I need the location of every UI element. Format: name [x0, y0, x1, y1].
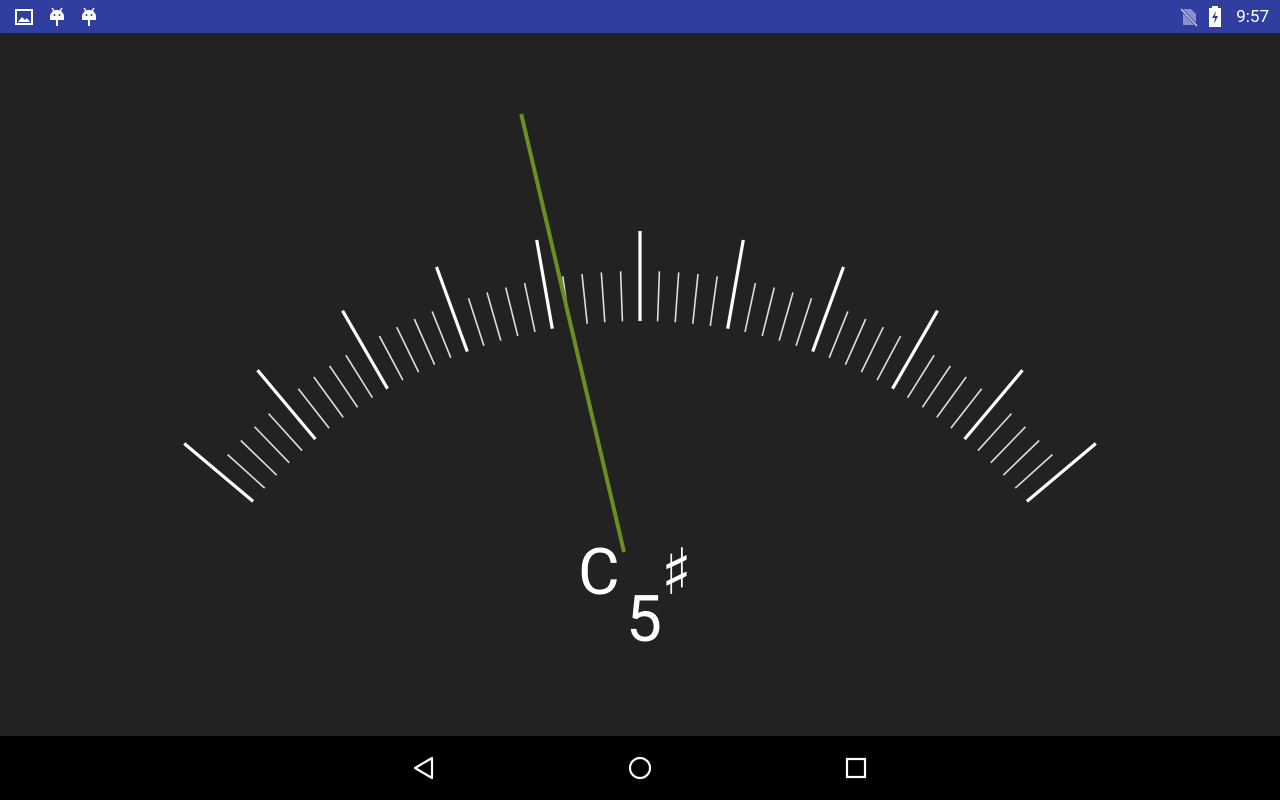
gauge-minor-tick [600, 272, 606, 323]
gauge-minor-tick [523, 282, 536, 333]
gauge-minor-tick [795, 297, 813, 346]
gauge-minor-tick [467, 297, 485, 346]
gauge-minor-tick [860, 326, 885, 373]
gauge-minor-tick [709, 276, 718, 327]
tuner-needle [519, 113, 626, 553]
gauge-minor-tick [345, 354, 374, 399]
gauge-major-tick [726, 239, 745, 329]
gauge-minor-tick [744, 282, 757, 333]
navigation-bar [0, 736, 1280, 800]
gauge-minor-tick [486, 292, 502, 341]
gauge-minor-tick [656, 271, 661, 322]
gauge-minor-tick [378, 335, 404, 381]
gauge-major-tick [963, 369, 1024, 441]
gauge-minor-tick [921, 365, 952, 408]
tuner-gauge [183, 113, 1097, 553]
gauge-minor-tick [504, 287, 519, 337]
gauge-minor-tick [395, 326, 420, 373]
tuner-panel: C 5 ♯ [0, 33, 1280, 736]
gauge-minor-tick [619, 271, 624, 322]
gauge-minor-tick [692, 273, 699, 324]
gauge-minor-tick [431, 311, 452, 359]
gauge-minor-tick [778, 292, 794, 341]
gauge-minor-tick [313, 376, 344, 418]
recents-icon [845, 757, 867, 779]
gauge-minor-tick [876, 335, 902, 381]
gauge-major-tick [811, 266, 846, 353]
gauge-minor-tick [844, 318, 867, 366]
status-clock: 9:57 [1236, 7, 1269, 27]
back-icon [413, 756, 434, 780]
gauge-major-tick [535, 239, 554, 329]
no-sim-icon [1178, 0, 1200, 33]
gauge-minor-tick [240, 439, 278, 476]
android-debug-icon [79, 0, 99, 33]
back-button[interactable] [392, 736, 456, 800]
home-icon [628, 756, 652, 780]
recents-button[interactable] [824, 736, 888, 800]
gauge-minor-tick [990, 426, 1027, 464]
gauge-major-tick [891, 309, 939, 390]
gauge-minor-tick [828, 311, 849, 359]
gauge-minor-tick [328, 365, 359, 408]
gauge-minor-tick [906, 354, 935, 399]
gauge-major-tick [256, 369, 317, 441]
status-bar: 9:57 [0, 0, 1280, 33]
gauge-major-tick [434, 266, 469, 353]
gauge-minor-tick [581, 273, 588, 324]
battery-charging-icon [1205, 0, 1225, 33]
android-debug-icon [47, 0, 67, 33]
gauge-minor-tick [1002, 439, 1040, 476]
gauge-minor-tick [253, 426, 290, 464]
gauge-major-tick [341, 309, 389, 390]
gauge-minor-tick [936, 376, 967, 418]
image-notification-icon [14, 0, 34, 33]
gauge-ticks [183, 231, 1097, 503]
gauge-minor-tick [761, 287, 776, 337]
gauge-minor-tick [413, 318, 436, 366]
home-button[interactable] [608, 736, 672, 800]
gauge-minor-tick [674, 272, 680, 323]
gauge-major-tick [1025, 442, 1097, 503]
gauge-major-tick [183, 442, 255, 503]
